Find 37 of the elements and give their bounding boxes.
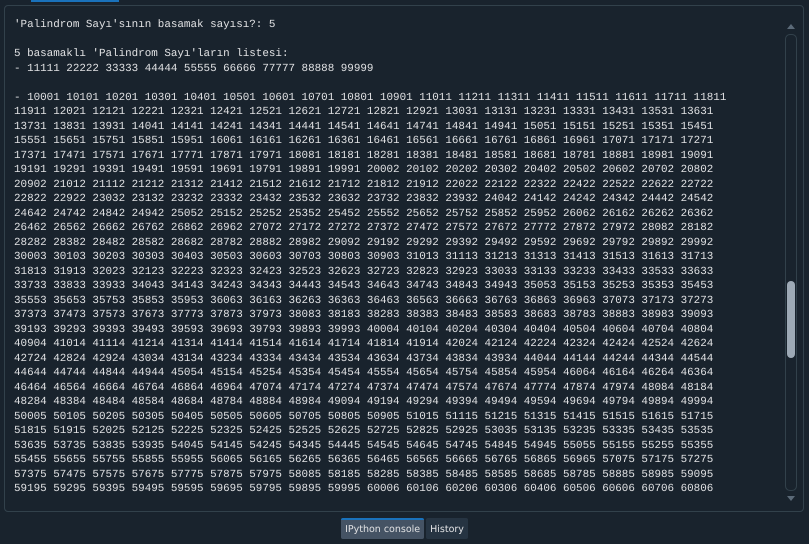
console-line: 46464 46564 46664 46764 46864 46964 47074 47174 47274 47374 47474 47574 47674 47774 47874 47974 48084 48184 (14, 380, 714, 395)
scroll-up-icon[interactable] (786, 22, 796, 30)
console-line: 20902 21012 21112 21212 21312 21412 21512 21612 21712 21812 21912 22022 22122 22322 22422 22522 22622 22722 (14, 178, 714, 192)
scrollbar-track[interactable] (785, 34, 797, 491)
tab[interactable]: History (426, 518, 468, 539)
console-line: 59195 59295 59395 59495 59595 59695 59795 59895 59995 60006 60106 60206 60306 60406 60506 60606 60706 60806 (14, 482, 714, 496)
console-line: 30003 30103 30203 30303 30403 30503 30603 30703 30803 30903 31013 31113 31213 31313 31413 31513 31613 31713 (14, 250, 714, 264)
scroll-down-icon[interactable] (786, 495, 796, 503)
console-line: 17371 17471 17571 17671 17771 17871 17971 18081 18181 18281 18381 18481 18581 18681 18781 18881 18981 19091 (14, 148, 714, 163)
console-line: 26462 26562 26662 26762 26862 26962 27072 27172 27272 27372 27472 27572 27672 27772 27872 27972 28082 28182 (14, 221, 714, 236)
console-line: 28282 28382 28482 28582 28682 28782 28882 28982 29092 29192 29292 29392 29492 29592 29692 29792 29892 29992 (14, 236, 714, 250)
console-line: 31813 31913 32023 32123 32223 32323 32423 32523 32623 32723 32823 32923 33033 33133 33233 33433 33533 33633 (14, 264, 714, 279)
console-line: 22822 22922 23032 23132 23232 23332 23432 23532 23632 23732 23832 23932 24042 24142 24242 24342 24442 24542 (14, 192, 714, 206)
console-line: 11911 12021 12121 12221 12321 12421 12521 12621 12721 12821 12921 13031 13131 13231 13331 13431 13531 13631 (14, 105, 714, 120)
console-line: - 11111 22222 33333 44444 55555 66666 77777 88888 99999 (14, 62, 374, 76)
console-line: 13731 13831 13931 14041 14141 14241 14341 14441 14541 14641 14741 14841 14941 15051 15151 15251 15351 15451 (14, 120, 714, 134)
console-line: 50005 50105 50205 50305 50405 50505 50605 50705 50805 50905 51015 51115 51215 51315 51415 51515 51615 51715 (14, 410, 714, 424)
console-line: 48284 48384 48484 48584 48684 48784 48884 48984 49094 49194 49294 49394 49494 49594 49694 49794 49894 49994 (14, 395, 714, 410)
console-line: 53635 53735 53835 53935 54045 54145 54245 54345 54445 54545 54645 54745 54845 54945 55055 55155 55255 55355 (14, 438, 714, 453)
console-line: 5 basamaklı 'Palindrom Sayı'ların listesi: (14, 47, 288, 62)
console-line: 42724 42824 42924 43034 43134 43234 43334 43434 43534 43634 43734 43834 43934 44044 44144 44244 44344 44544 (14, 352, 714, 366)
console-line: 51815 51915 52025 52125 52225 52325 52425 52525 52625 52725 52825 52925 53035 53135 53235 53335 53435 53535 (14, 424, 714, 438)
console-line: 33733 33833 33933 34043 34143 34243 34343 34443 34543 34643 34743 34843 34943 35053 35153 35253 35353 35453 (14, 279, 714, 294)
console-line: - 10001 10101 10201 10301 10401 10501 10601 10701 10801 10901 11011 11211 11311 11411 11511 11611 11711 11811 (14, 90, 726, 105)
console-line: 'Palindrom Sayı'sının basamak sayısı?: 5 (14, 18, 276, 32)
console-line: 40904 41014 41114 41214 41314 41414 41514 41614 41714 41814 41914 42024 42124 42224 42324 42424 42524 42624 (14, 337, 714, 352)
console-line: 55455 55655 55755 55855 55955 56065 56165 56265 56365 56465 56565 56665 56765 56865 56965 57075 57175 57275 (14, 453, 714, 468)
console-line: 15551 15651 15751 15851 15951 16061 16161 16261 16361 16461 16561 16661 16761 16861 16961 17071 17171 17271 (14, 134, 714, 148)
console-line: 44644 44744 44844 44944 45054 45154 45254 45354 45454 45554 45654 45754 45854 45954 46064 46164 46264 46364 (14, 366, 714, 380)
tab[interactable]: IPython console (341, 518, 424, 539)
console-line: 39193 39293 39393 39493 39593 39693 39793 39893 39993 40004 40104 40204 40304 40404 40504 40604 40704 40804 (14, 322, 714, 337)
console-line: 57375 57475 57575 57675 57775 57875 57975 58085 58185 58285 58385 58485 58585 58685 58785 58885 58985 59095 (14, 468, 714, 482)
console-line: 37373 37473 37573 37673 37773 37873 37973 38083 38183 38283 38383 38483 38583 38683 38783 38883 38983 39093 (14, 308, 714, 322)
console-line: 19191 19291 19391 19491 19591 19691 19791 19891 19991 20002 20102 20202 20302 20402 20502 20602 20702 20802 (14, 163, 714, 178)
console-line: 24642 24742 24842 24942 25052 25152 25252 25352 25452 25552 25652 25752 25852 25952 26062 26162 26262 26362 (14, 206, 714, 221)
console-line: 35553 35653 35753 35853 35953 36063 36163 36263 36363 36463 36563 36663 36763 36863 36963 37073 37173 37273 (14, 294, 714, 308)
scrollbar-thumb[interactable] (787, 280, 795, 358)
